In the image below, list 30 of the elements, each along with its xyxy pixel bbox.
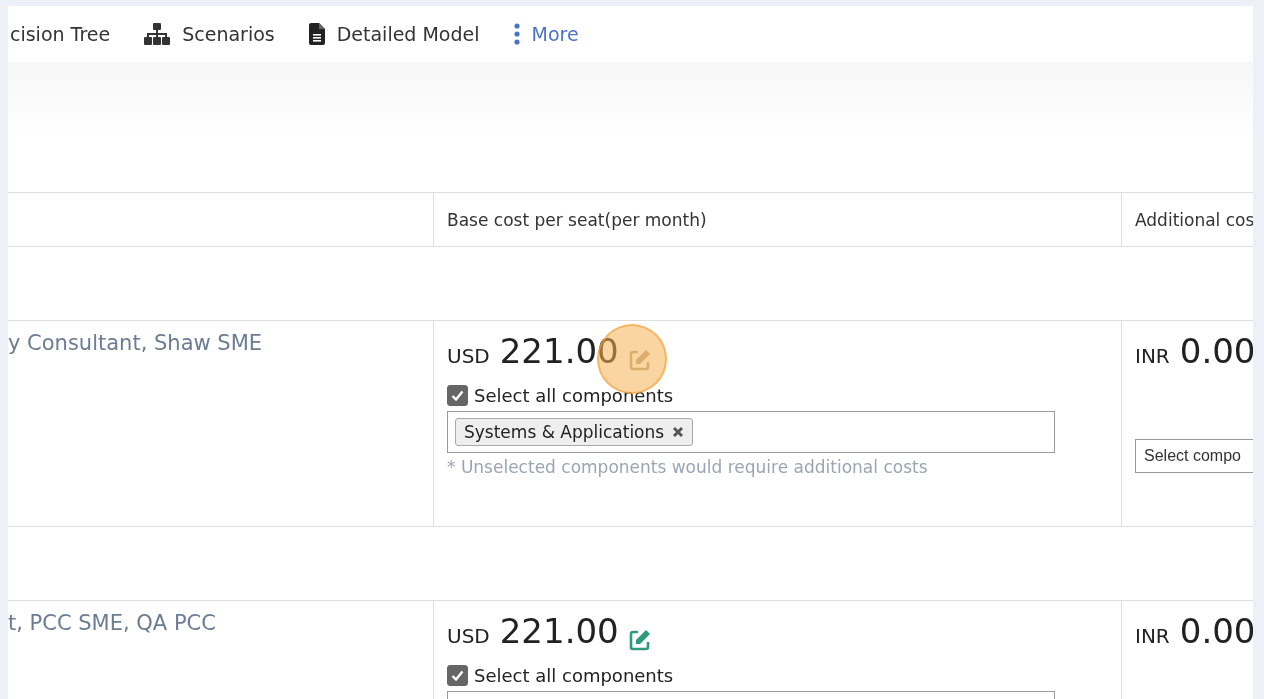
document-icon bbox=[308, 23, 325, 45]
checkbox[interactable] bbox=[447, 665, 468, 686]
edit-icon[interactable] bbox=[628, 629, 651, 651]
nav-link[interactable]: Detailed Model bbox=[308, 23, 480, 45]
price-amount: 0.00 bbox=[1179, 331, 1253, 371]
column-header: Base cost per seat(per month) bbox=[433, 193, 1121, 247]
checkmark-icon bbox=[451, 389, 464, 402]
currency-code: USD bbox=[447, 344, 490, 368]
price-amount: 0.00 bbox=[1179, 611, 1253, 651]
more-icon bbox=[513, 23, 520, 45]
nav-link[interactable]: Scenarios bbox=[144, 23, 275, 45]
component-select-field[interactable]: Systems & Applications bbox=[447, 411, 1055, 453]
checkbox-label: Select all components bbox=[474, 665, 674, 686]
role-names: t, PCC SME, QA PCC bbox=[8, 611, 217, 635]
role-names: y Consultant, Shaw SME bbox=[8, 331, 264, 355]
component-select[interactable]: Select compo bbox=[1135, 439, 1253, 473]
column-header: Additional cos bbox=[1121, 193, 1253, 247]
sitemap-icon bbox=[144, 23, 171, 45]
component-tag: Systems & Applications bbox=[455, 418, 694, 446]
checkbox[interactable] bbox=[447, 385, 468, 406]
hint-text: * Unselected components would require additional costs bbox=[447, 457, 929, 477]
currency-code: INR bbox=[1135, 624, 1170, 648]
remove-icon[interactable] bbox=[672, 426, 685, 438]
nav-link[interactable]: More bbox=[513, 23, 579, 45]
price-amount: 221.00 bbox=[499, 611, 619, 651]
checkmark-icon bbox=[451, 669, 464, 682]
currency-code: USD bbox=[447, 624, 490, 648]
checkbox-label: Select all components bbox=[474, 385, 674, 406]
nav-link[interactable]: cision Tree bbox=[10, 23, 111, 45]
currency-code: INR bbox=[1135, 344, 1170, 368]
